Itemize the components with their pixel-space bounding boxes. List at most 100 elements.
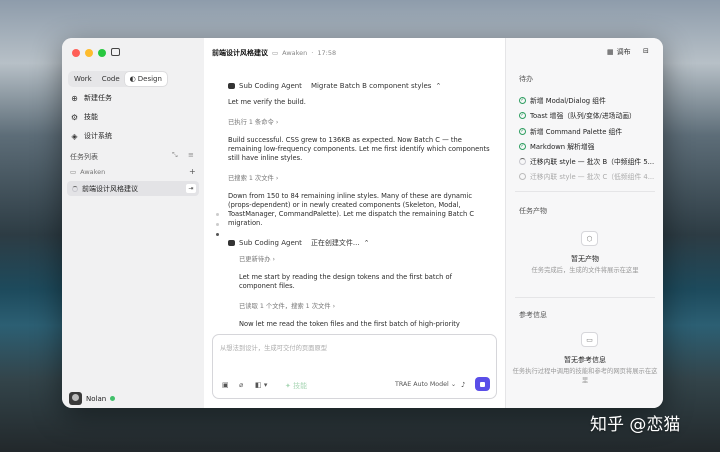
skills-icon: ⚙ <box>70 112 79 122</box>
model-label: TRAE Auto Model <box>395 381 449 388</box>
grid-icon: ▦ <box>607 48 614 56</box>
microphone-icon[interactable]: ♪ <box>461 381 465 389</box>
todo-label: Toast 增强（队列/变体/进场动画） <box>530 112 636 120</box>
nav-skills-label: 技能 <box>84 113 98 121</box>
add-task-icon[interactable]: + <box>189 167 196 176</box>
project-name[interactable]: Awaken <box>282 49 307 57</box>
todo-label: Markdown 解析增强 <box>530 143 595 151</box>
loading-icon <box>519 157 526 165</box>
avatar <box>69 392 82 405</box>
panel-toggle-icon[interactable]: ⊟ <box>643 47 649 55</box>
check-icon: ✓ <box>519 127 526 135</box>
image-icon[interactable]: ▣ <box>222 381 229 389</box>
check-icon: ✓ <box>519 96 526 104</box>
mode-design[interactable]: ◐ Design <box>124 72 167 86</box>
folder-awaken[interactable]: ▭ Awaken <box>70 168 105 176</box>
zoom-window-button[interactable] <box>98 49 106 57</box>
mention-icon[interactable]: ◧ ▾ <box>255 381 267 389</box>
chevron-right-icon: › <box>275 119 279 126</box>
task-item-label: 前端设计风格建议 <box>82 184 138 193</box>
mode-design-label: Design <box>137 75 162 83</box>
message-text: Build successful. CSS grew to 136KB as e… <box>228 136 490 162</box>
tool-call-summary[interactable]: 已搜索 1 次文件 › <box>228 173 490 182</box>
skill-label: 技能 <box>293 382 308 390</box>
reference-folder-icon: ▭ <box>581 332 598 347</box>
refs-hint: 任务执行过程中调用的技能和参考的网页将展示在这里 <box>512 368 658 384</box>
stop-button[interactable] <box>475 377 490 391</box>
mode-code[interactable]: Code <box>97 72 125 86</box>
nav-design-system-label: 设计系统 <box>84 132 112 140</box>
window-controls <box>72 49 106 57</box>
todo-label: 迁移内联 style — 批次 B（中频组件 5... <box>530 158 655 166</box>
message-text: Now let me read the token files and the … <box>239 320 460 328</box>
sidebar-toggle-icon[interactable] <box>111 48 120 56</box>
new-task-icon: ⊕ <box>71 93 78 103</box>
project-folder-icon: ▭ <box>272 49 279 57</box>
model-selector[interactable]: TRAE Auto Model ⌄ <box>395 381 456 388</box>
folder-label: Awaken <box>80 168 106 176</box>
tool-call-label: 已搜索 1 次文件 <box>228 175 274 182</box>
time-separator: · <box>311 49 314 57</box>
todo-item: ✓ 新增 Command Palette 组件 <box>519 126 622 136</box>
nav-new-task-label: 新建任务 <box>84 94 112 102</box>
agent-header[interactable]: Sub Coding Agent 正在创建文件... ⌃ <box>228 238 490 248</box>
timeline-dot-active <box>216 233 219 236</box>
agent-name: Sub Coding Agent <box>239 239 302 247</box>
agent-status: 正在创建文件... <box>310 239 360 247</box>
sidebar: Work Code ◐ Design ⊕ 新建任务 ⚙ 技能 ◈ 设计系统 任务列… <box>62 38 204 408</box>
artifact-box-icon: ⬡ <box>581 231 598 246</box>
folder-icon: ▭ <box>70 168 77 176</box>
task-time: 17:58 <box>317 49 337 57</box>
timeline-dot <box>216 213 219 216</box>
divider <box>515 191 655 192</box>
agent-thread: 已更新待办 › Let me start by reading the desi… <box>239 254 490 329</box>
message-text: Let me start by reading the design token… <box>239 273 452 290</box>
mode-work[interactable]: Work <box>69 72 97 86</box>
collapse-icon[interactable]: ⤡ <box>172 151 178 160</box>
share-label: 调布 <box>616 48 631 56</box>
online-status-icon <box>110 396 116 401</box>
message-feed: Sub Coding Agent Migrate Batch B compone… <box>228 82 490 329</box>
tool-call-summary[interactable]: 已更新待办 › <box>239 254 490 263</box>
chevron-updown-icon: ⌃ <box>435 82 442 90</box>
task-panel: ▦ 调布 ⊟ 待办 ✓ 新增 Modal/Dialog 组件 ✓ Toast 增强（… <box>505 38 663 408</box>
divider <box>515 297 655 298</box>
stop-icon <box>480 381 485 387</box>
app-window: Work Code ◐ Design ⊕ 新建任务 ⚙ 技能 ◈ 设计系统 任务列… <box>62 38 663 408</box>
agent-header[interactable]: Sub Coding Agent Migrate Batch B compone… <box>228 82 490 90</box>
robot-icon <box>228 83 235 89</box>
task-item-active[interactable]: 前端设计风格建议 ⇥ <box>67 181 199 196</box>
chevron-right-icon: › <box>275 175 279 182</box>
header: 前端设计风格建议 ▭ Awaken · 17:58 <box>212 48 336 58</box>
filter-icon[interactable]: ≡ <box>188 151 194 159</box>
agent-name: Sub Coding Agent <box>239 82 302 90</box>
check-icon: ✓ <box>519 142 526 150</box>
task-open-icon[interactable]: ⇥ <box>186 184 196 193</box>
prompt-input[interactable]: 从想法到设计，生成可交付的页面原型 <box>220 343 327 352</box>
todo-label: 迁移内联 style — 批次 C（低频组件 4... <box>530 173 655 181</box>
artifacts-empty: 暂无产物 <box>571 255 599 263</box>
user-profile[interactable]: Nolan <box>69 392 116 405</box>
todo-item-pending: 迁移内联 style — 批次 C（低频组件 4... <box>519 171 654 181</box>
sparkle-icon: ✦ <box>285 382 291 390</box>
check-icon: ✓ <box>519 111 526 119</box>
palette-icon: ◐ <box>129 75 136 83</box>
nav-new-task[interactable]: ⊕ 新建任务 <box>70 93 112 103</box>
minimize-window-button[interactable] <box>85 49 93 57</box>
nav-skills[interactable]: ⚙ 技能 <box>70 112 98 122</box>
chevron-updown-icon: ⌃ <box>363 239 370 247</box>
attach-icon[interactable]: ⌀ <box>239 381 243 389</box>
todo-item: ✓ Toast 增强（队列/变体/进场动画） <box>519 110 636 120</box>
timeline-dot <box>216 223 219 226</box>
skill-button[interactable]: ✦ 技能 <box>285 381 307 391</box>
refs-empty: 暂无参考信息 <box>564 356 606 364</box>
artifacts-hint: 任务完成后，生成的文件将展示在这里 <box>531 267 639 274</box>
share-button[interactable]: ▦ 调布 <box>607 47 631 57</box>
refs-title: 参考信息 <box>519 311 547 319</box>
close-window-button[interactable] <box>72 49 80 57</box>
tool-call-summary[interactable]: 已执行 1 条命令 › <box>228 117 490 126</box>
agent-task: Migrate Batch B component styles <box>310 82 432 90</box>
nav-design-system[interactable]: ◈ 设计系统 <box>70 131 112 141</box>
message-text: Let me verify the build. <box>228 98 306 106</box>
tool-call-summary[interactable]: 已读取 1 个文件，搜索 1 次文件 › <box>239 301 490 310</box>
